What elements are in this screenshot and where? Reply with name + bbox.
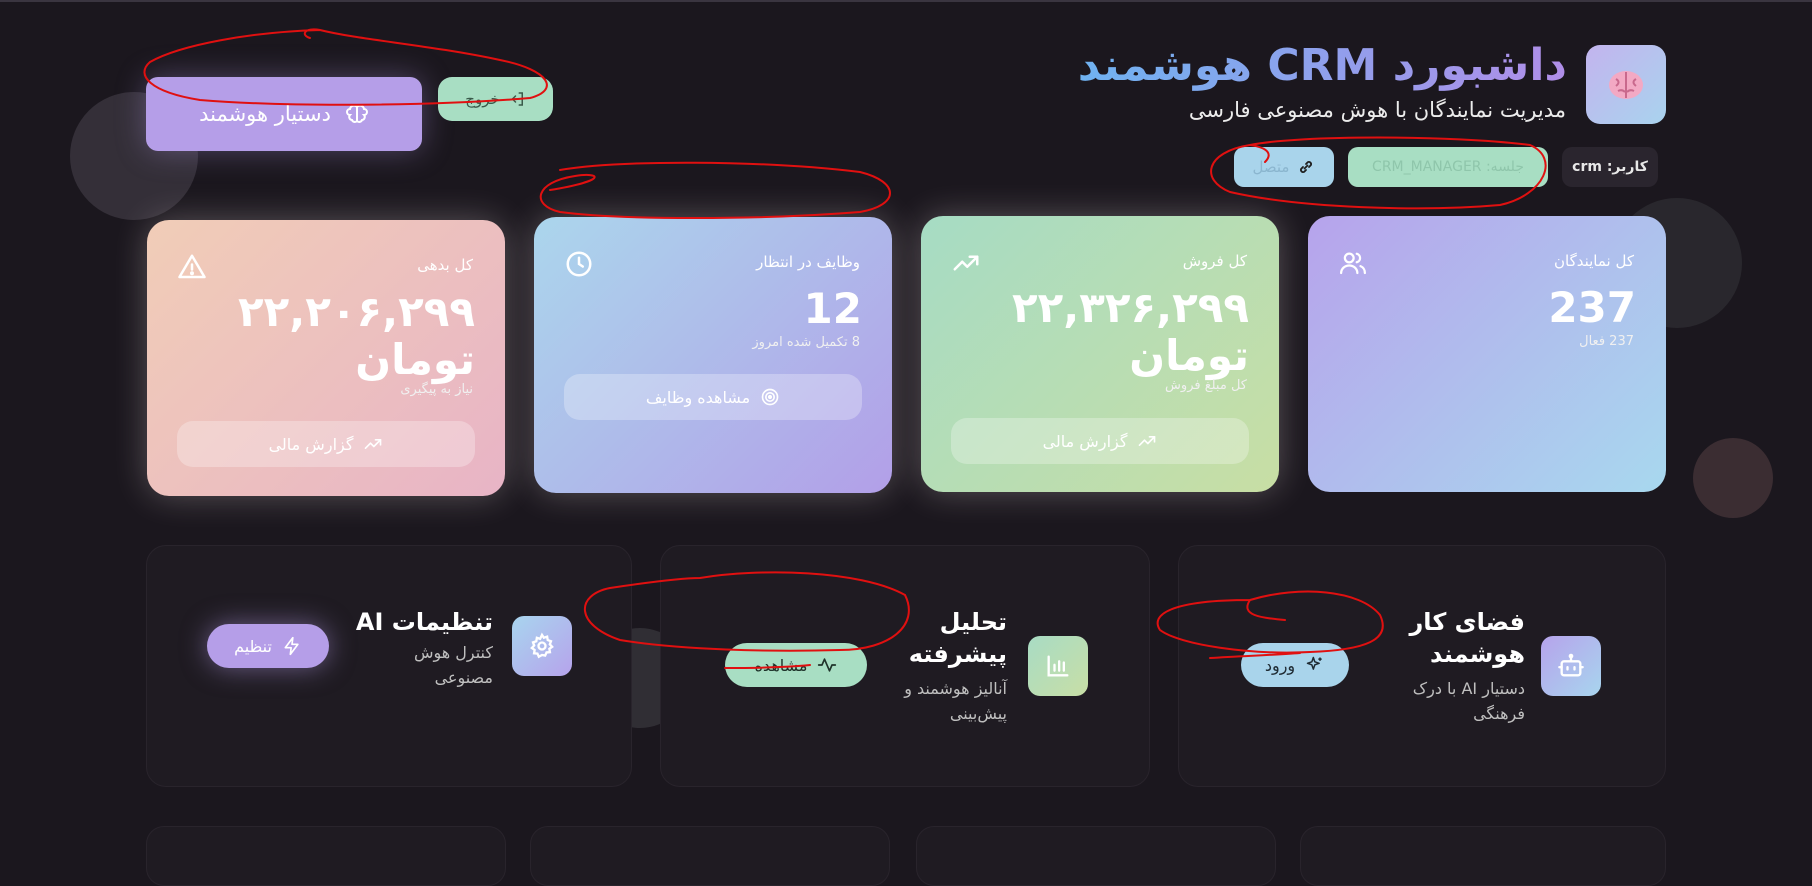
annotation-scribble xyxy=(539,161,891,219)
annotation-overlay xyxy=(143,28,1547,669)
annotation-scribble xyxy=(724,664,811,669)
annotation-scribble xyxy=(143,28,548,106)
annotation-scribble xyxy=(1156,590,1384,654)
annotation-scribble xyxy=(583,571,910,652)
annotation-scribble xyxy=(1209,652,1301,659)
annotation-scribble xyxy=(1210,136,1547,210)
